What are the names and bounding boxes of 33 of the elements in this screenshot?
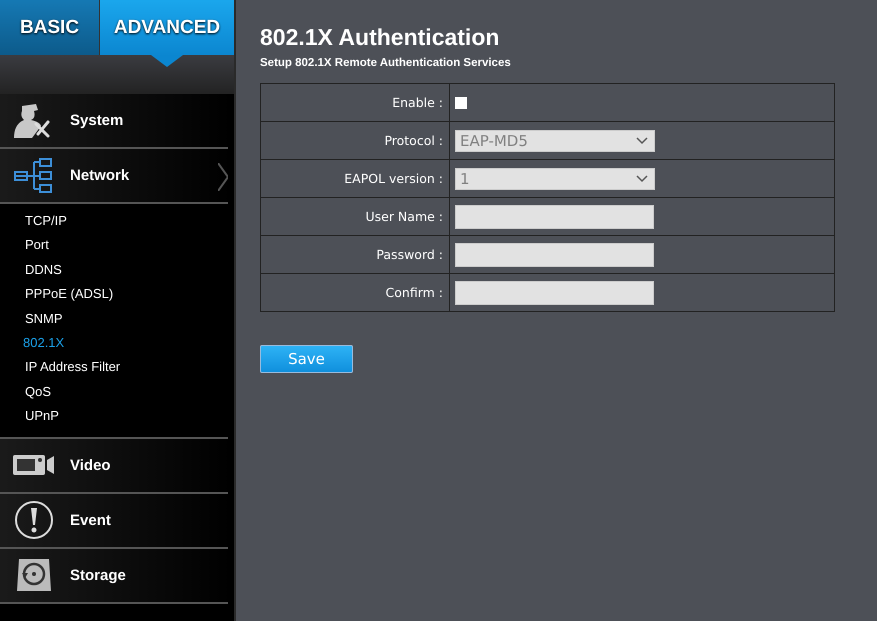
sidebar-item[interactable]: QoS	[0, 380, 228, 404]
sidebar-item[interactable]: UPnP	[0, 404, 228, 429]
enable-checkbox[interactable]	[455, 96, 467, 108]
chevron-down-icon	[636, 174, 648, 182]
sidebar-section[interactable]: Storage	[0, 548, 228, 604]
mode-tab[interactable]: BASIC	[0, 0, 100, 55]
field-label: Enable :	[260, 84, 450, 122]
page-subtitle: Setup 802.1X Remote Authentication Services	[260, 57, 512, 69]
sidebar-section[interactable]: Network	[0, 149, 228, 204]
sidebar-item[interactable]: Port	[0, 233, 228, 258]
chevron-right-icon	[218, 163, 228, 191]
field-label: Protocol :	[260, 122, 450, 160]
field-label: EAPOL version :	[260, 160, 450, 198]
sidebar-item[interactable]: TCP/IP	[0, 209, 228, 234]
sidebar-section[interactable]: Event	[0, 494, 228, 549]
input-field[interactable]	[455, 204, 654, 228]
sidebar-item[interactable]: 802.1X	[0, 330, 228, 356]
field-label: Password :	[260, 236, 450, 274]
sidebar-item[interactable]: PPPoE (ADSL)	[0, 282, 228, 307]
field-label: User Name :	[260, 198, 450, 236]
password-field[interactable]	[455, 280, 654, 304]
sidebar-item[interactable]: IP Address Filter	[0, 355, 228, 380]
sidebar-item[interactable]: DDNS	[0, 258, 228, 282]
field-label: Confirm :	[260, 274, 450, 312]
sidebar-item[interactable]: SNMP	[0, 306, 228, 331]
video-camera-icon	[13, 454, 55, 476]
password-field[interactable]	[455, 242, 654, 266]
sidebar-section[interactable]: Video	[0, 438, 228, 494]
network-tree-icon	[14, 158, 54, 194]
page-title: 802.1X Authentication	[260, 24, 500, 51]
chevron-down-icon	[636, 136, 648, 144]
sidebar-section[interactable]: System	[0, 94, 228, 149]
alert-icon	[14, 500, 54, 540]
